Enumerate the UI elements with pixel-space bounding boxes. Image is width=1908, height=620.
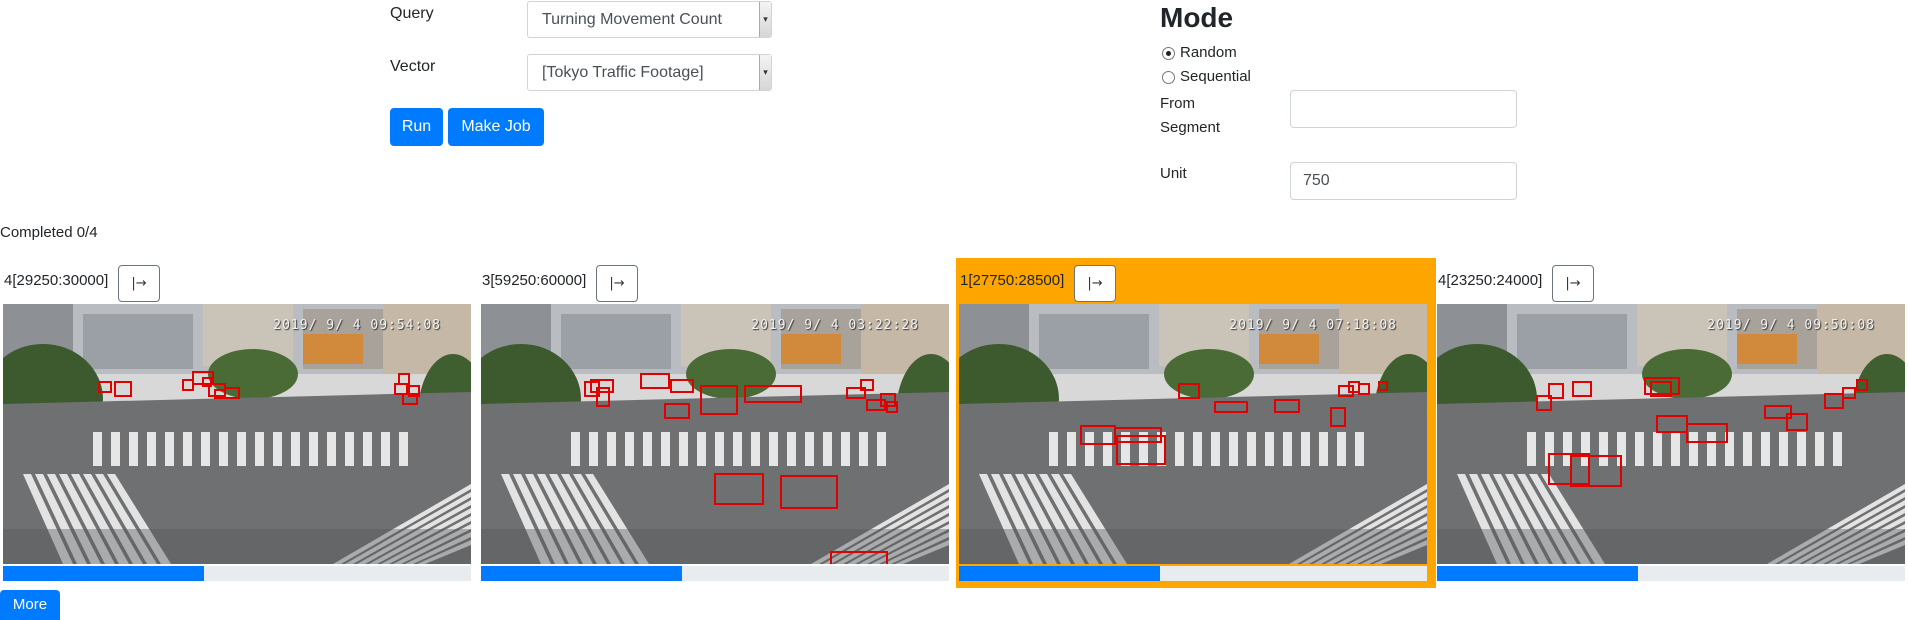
segment-label: 3[59250:60000] [482,272,587,289]
chevron-down-icon: ▾ [759,55,771,90]
frame-timestamp: 2019/ 9/ 4 09:50:08 [1707,318,1875,333]
segment-card: 4[29250:30000] |→ 2019/ 9/ 4 09:54:08 [0,258,480,588]
sequential-radio-label: Sequential [1180,68,1251,85]
sequential-radio[interactable] [1162,71,1175,84]
from-segment-label-line1: From [1160,95,1195,112]
vector-select[interactable]: [Tokyo Traffic Footage] ▾ [527,54,772,91]
segment-card: 4[23250:24000] |→ 2019/ 9/ 4 09:50:08 [1434,258,1908,588]
segment-label: 1[27750:28500] [960,272,1065,289]
progress-fill [959,566,1161,581]
from-segment-label-line2: Segment [1160,119,1221,136]
segment-progress [3,566,471,581]
progress-fill [3,566,205,581]
frame-timestamp: 2019/ 9/ 4 03:22:28 [751,318,919,333]
mode-title: Mode [1160,2,1234,33]
chevron-down-icon: ▾ [759,2,771,37]
completed-status: Completed 0/4 [0,224,98,241]
video-frame[interactable]: 2019/ 9/ 4 07:18:08 [959,304,1427,564]
progress-fill [481,566,683,581]
from-segment-label: From Segment [1160,92,1220,140]
jump-to-end-icon[interactable]: |→ [596,265,638,302]
query-label: Query [390,5,434,22]
segment-label: 4[23250:24000] [1438,272,1543,289]
segment-progress [481,566,949,581]
progress-fill [1437,566,1639,581]
random-radio[interactable] [1162,47,1175,60]
frame-timestamp: 2019/ 9/ 4 09:54:08 [273,318,441,333]
run-button[interactable]: Run [390,108,443,146]
segment-card: 3[59250:60000] |→ 2019/ 9/ 4 03:22:28 [478,258,958,588]
vector-label: Vector [390,58,436,75]
video-frame[interactable]: 2019/ 9/ 4 09:54:08 [3,304,471,564]
query-select-value: Turning Movement Count [542,11,722,28]
video-frame[interactable]: 2019/ 9/ 4 09:50:08 [1437,304,1905,564]
from-segment-input[interactable] [1290,90,1517,128]
frame-timestamp: 2019/ 9/ 4 07:18:08 [1229,318,1397,333]
more-button[interactable]: More [0,590,60,620]
jump-to-end-icon[interactable]: |→ [118,265,160,302]
segment-label: 4[29250:30000] [4,272,109,289]
query-select[interactable]: Turning Movement Count ▾ [527,1,772,38]
random-radio-label: Random [1180,44,1237,61]
vector-select-value: [Tokyo Traffic Footage] [542,64,704,81]
segment-progress [1437,566,1905,581]
make-job-button[interactable]: Make Job [448,108,544,146]
unit-input[interactable]: 750 [1290,162,1517,200]
unit-label: Unit [1160,165,1187,182]
segment-card: 1[27750:28500] |→ 2019/ 9/ 4 07:18:08 [956,258,1436,588]
segment-progress [959,566,1427,581]
jump-to-end-icon[interactable]: |→ [1552,265,1594,302]
jump-to-end-icon[interactable]: |→ [1074,265,1116,302]
video-frame[interactable]: 2019/ 9/ 4 03:22:28 [481,304,949,564]
